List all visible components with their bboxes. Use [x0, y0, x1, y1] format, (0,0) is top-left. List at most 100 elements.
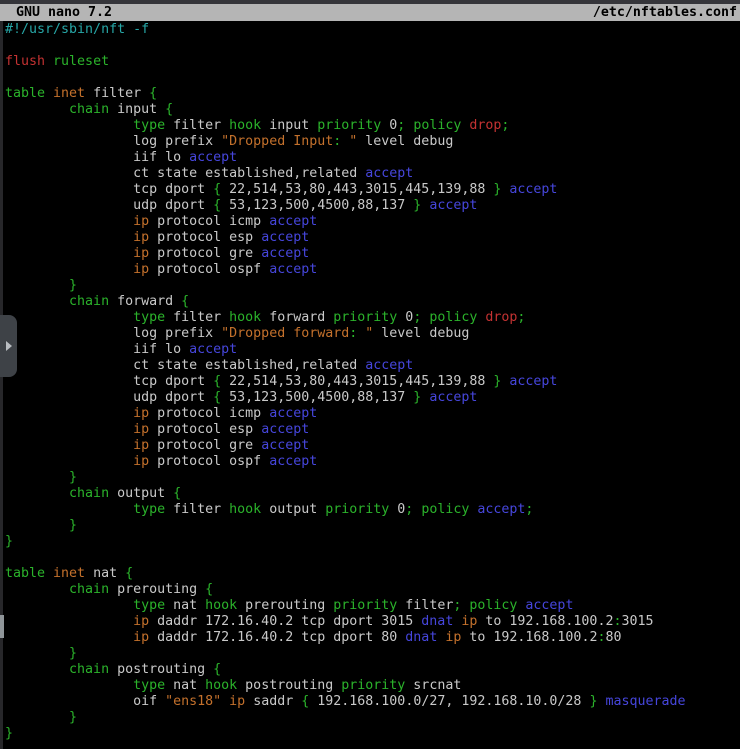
code-line[interactable]: chain output { — [5, 486, 740, 502]
code-token: output — [261, 502, 325, 517]
code-line[interactable]: udp dport { 53,123,500,4500,88,137 } acc… — [5, 198, 740, 214]
code-token: "ens18" — [165, 694, 221, 709]
code-line[interactable]: tcp dport { 22,514,53,80,443,3015,445,13… — [5, 374, 740, 390]
editor-buffer[interactable]: #!/usr/sbin/nft -f flush ruleset table ine… — [5, 22, 740, 742]
code-token: ; — [525, 502, 533, 517]
code-line[interactable]: iif lo accept — [5, 150, 740, 166]
code-token: } — [5, 518, 77, 533]
code-token: ip — [5, 230, 149, 245]
code-line[interactable] — [5, 38, 740, 54]
code-line[interactable]: log prefix "Dropped Input: " level debug — [5, 134, 740, 150]
code-line[interactable]: } — [5, 518, 740, 534]
code-token: udp dport — [5, 390, 213, 405]
code-line[interactable]: type filter hook input priority 0; polic… — [5, 118, 740, 134]
code-line[interactable]: type nat hook prerouting priority filter… — [5, 598, 740, 614]
code-token: output — [109, 486, 173, 501]
code-token: type — [5, 678, 165, 693]
code-line[interactable]: } — [5, 470, 740, 486]
code-line[interactable]: } — [5, 646, 740, 662]
code-token: priority — [317, 118, 381, 133]
code-token: accept — [421, 390, 477, 405]
code-token: level debug — [373, 326, 469, 341]
code-token: "Dropped Input — [221, 134, 333, 149]
code-line[interactable]: } — [5, 726, 740, 742]
code-line[interactable]: ct state established,related accept — [5, 358, 740, 374]
code-line[interactable]: #!/usr/sbin/nft -f — [5, 22, 740, 38]
code-token: accept — [469, 502, 525, 517]
code-token: oif — [5, 694, 165, 709]
code-token: ct state established,related — [5, 166, 365, 181]
code-line[interactable]: type nat hook postrouting priority srcna… — [5, 678, 740, 694]
code-line[interactable]: } — [5, 278, 740, 294]
code-line[interactable]: ip protocol icmp accept — [5, 406, 740, 422]
code-token: hook — [205, 678, 237, 693]
code-token: accept — [421, 198, 477, 213]
code-line[interactable]: ip protocol gre accept — [5, 438, 740, 454]
code-token: 53,123,500,4500,88,137 — [221, 390, 413, 405]
code-line[interactable]: ip protocol esp accept — [5, 422, 740, 438]
code-line[interactable]: ct state established,related accept — [5, 166, 740, 182]
code-line[interactable] — [5, 70, 740, 86]
code-token: flush — [5, 54, 45, 69]
code-token: } — [5, 710, 77, 725]
code-line[interactable]: chain input { — [5, 102, 740, 118]
code-line[interactable]: ip protocol ospf accept — [5, 262, 740, 278]
code-token: drop — [461, 118, 501, 133]
code-line[interactable]: table inet filter { — [5, 86, 740, 102]
code-line[interactable]: type filter hook output priority 0; poli… — [5, 502, 740, 518]
code-line[interactable]: log prefix "Dropped forward: " level deb… — [5, 326, 740, 342]
code-token: forward — [261, 310, 333, 325]
code-token: chain — [5, 662, 109, 677]
code-token: ; — [517, 310, 525, 325]
code-token: policy — [461, 598, 517, 613]
code-line[interactable]: chain prerouting { — [5, 582, 740, 598]
code-token: 22,514,53,80,443,3015,445,139,88 — [221, 374, 493, 389]
code-token: 0 — [397, 310, 413, 325]
code-token: filter — [397, 598, 453, 613]
code-token: policy — [405, 118, 461, 133]
code-token: } — [5, 646, 77, 661]
code-token: ip — [5, 614, 149, 629]
code-token: priority — [333, 310, 397, 325]
code-token: daddr 172.16.40.2 tcp dport 80 — [149, 630, 405, 645]
code-line[interactable]: ip protocol esp accept — [5, 230, 740, 246]
code-line[interactable]: type filter hook forward priority 0; pol… — [5, 310, 740, 326]
code-token: accept — [365, 166, 413, 181]
code-line[interactable]: oif "ens18" ip saddr { 192.168.100.0/27,… — [5, 694, 740, 710]
code-token: ct state established,related — [5, 358, 365, 373]
code-line[interactable]: chain forward { — [5, 294, 740, 310]
code-line[interactable]: udp dport { 53,123,500,4500,88,137 } acc… — [5, 390, 740, 406]
code-token: protocol gre — [149, 246, 261, 261]
code-token — [221, 694, 229, 709]
code-line[interactable]: ip protocol ospf accept — [5, 454, 740, 470]
code-token: postrouting — [237, 678, 341, 693]
code-token: 0 — [381, 118, 397, 133]
code-token: protocol gre — [149, 438, 261, 453]
code-line[interactable] — [5, 550, 740, 566]
code-token: iif lo — [5, 150, 189, 165]
code-line[interactable]: flush ruleset — [5, 54, 740, 70]
code-token: 192.168.100.0/27, 192.168.10.0/28 — [309, 694, 589, 709]
code-line[interactable]: table inet nat { — [5, 566, 740, 582]
code-line[interactable]: ip daddr 172.16.40.2 tcp dport 3015 dnat… — [5, 614, 740, 630]
code-line[interactable]: } — [5, 534, 740, 550]
code-line[interactable]: tcp dport { 22,514,53,80,443,3015,445,13… — [5, 182, 740, 198]
code-token: type — [5, 310, 165, 325]
code-token: prerouting — [109, 582, 205, 597]
code-token: " — [341, 134, 357, 149]
code-line[interactable]: chain postrouting { — [5, 662, 740, 678]
code-line[interactable]: ip protocol icmp accept — [5, 214, 740, 230]
code-token: accept — [261, 246, 309, 261]
code-token: daddr 172.16.40.2 tcp dport 3015 — [149, 614, 421, 629]
code-line[interactable]: ip protocol gre accept — [5, 246, 740, 262]
code-token: ip — [5, 406, 149, 421]
code-line[interactable]: iif lo accept — [5, 342, 740, 358]
code-line[interactable]: } — [5, 710, 740, 726]
scroll-indicator — [0, 615, 4, 638]
code-token: { — [213, 374, 221, 389]
code-line[interactable]: ip daddr 172.16.40.2 tcp dport 80 dnat i… — [5, 630, 740, 646]
code-token: filter — [85, 86, 149, 101]
code-token: policy — [413, 502, 469, 517]
code-token: accept — [261, 230, 309, 245]
code-token: protocol ospf — [149, 262, 269, 277]
